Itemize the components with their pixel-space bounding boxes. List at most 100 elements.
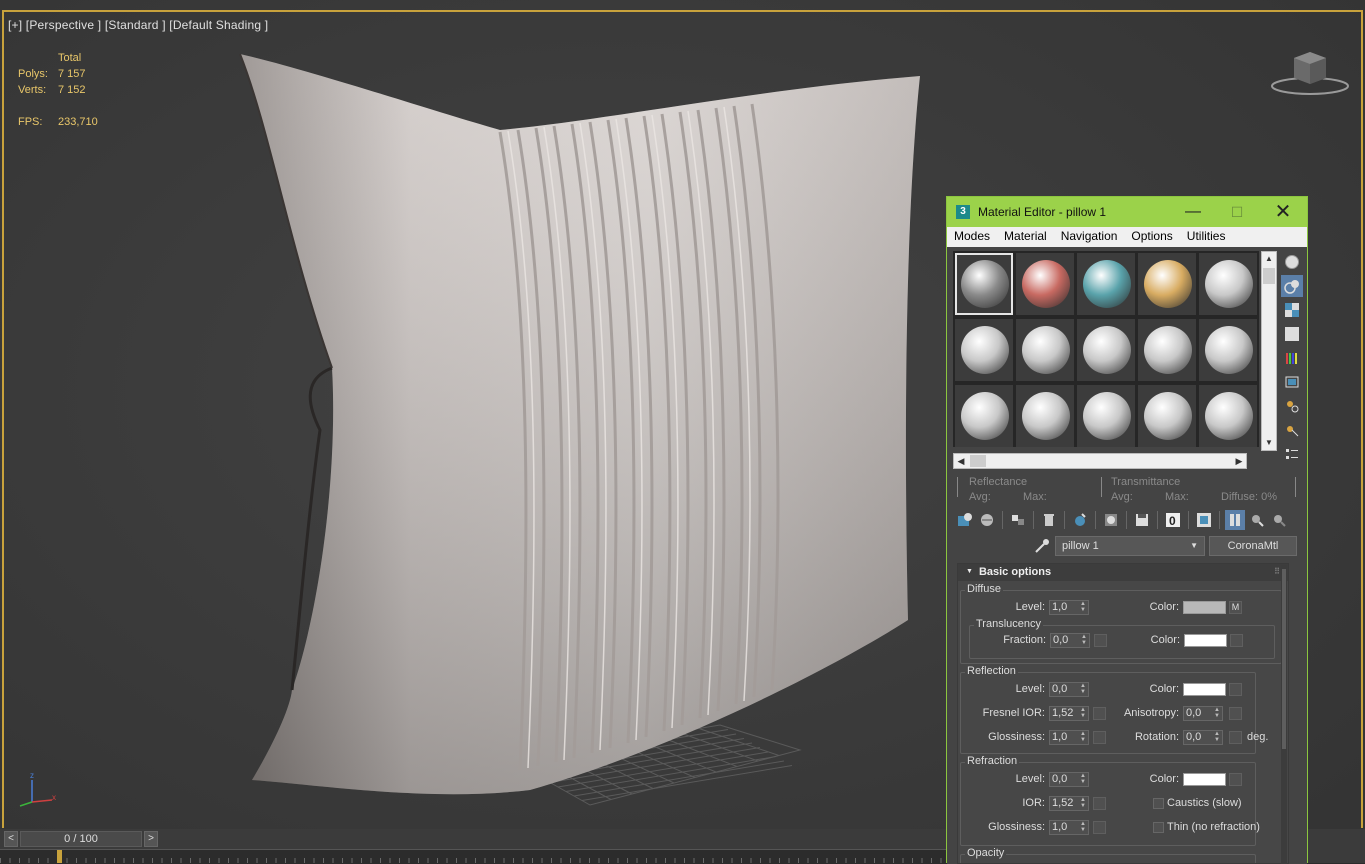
time-slider-bar: < 0 / 100 > — [0, 829, 948, 849]
material-slot[interactable] — [1016, 253, 1074, 315]
menu-navigation[interactable]: Navigation — [1054, 227, 1125, 247]
timeline-next-button[interactable]: > — [144, 831, 158, 847]
material-slot[interactable] — [955, 385, 1013, 447]
select-by-material-icon[interactable] — [1281, 419, 1303, 441]
material-slot[interactable] — [955, 319, 1013, 381]
sample-slots-grid — [953, 251, 1259, 447]
show-end-result-icon[interactable] — [1225, 510, 1245, 530]
scroll-left-icon[interactable]: ◀ — [954, 454, 968, 468]
refraction-ior-map-button[interactable] — [1093, 797, 1106, 810]
material-slot[interactable] — [1077, 253, 1135, 315]
menu-options[interactable]: Options — [1124, 227, 1179, 247]
reflection-color-swatch[interactable] — [1183, 683, 1226, 696]
make-preview-icon[interactable] — [1281, 371, 1303, 393]
material-slot[interactable] — [1016, 385, 1074, 447]
put-to-library-icon[interactable] — [1101, 510, 1121, 530]
material-slot[interactable] — [1077, 385, 1135, 447]
material-slot[interactable] — [1138, 385, 1196, 447]
sample-type-sphere-icon[interactable] — [1281, 251, 1303, 273]
scroll-down-icon[interactable]: ▼ — [1262, 436, 1276, 450]
menu-material[interactable]: Material — [997, 227, 1054, 247]
transmittance-avg: Avg: — [1111, 491, 1133, 503]
make-unique-icon[interactable] — [1070, 510, 1090, 530]
rollout-header[interactable]: ▼ Basic options ⠿ — [958, 564, 1288, 581]
material-slot[interactable] — [1199, 319, 1257, 381]
scroll-thumb[interactable] — [970, 455, 986, 467]
maximize-icon[interactable]: ☐ — [1215, 197, 1259, 227]
refraction-glossiness-map-button[interactable] — [1093, 821, 1106, 834]
material-map-navigator-icon[interactable] — [1281, 443, 1303, 465]
rollout-scrollbar[interactable] — [1281, 565, 1287, 864]
reset-map-icon[interactable] — [1039, 510, 1059, 530]
refraction-color-swatch[interactable] — [1183, 773, 1226, 786]
reflection-glossiness-spinner[interactable]: 1,0 ▲ ▼ — [1049, 730, 1089, 745]
refraction-color-map-button[interactable] — [1229, 773, 1242, 786]
options-icon[interactable] — [1281, 395, 1303, 417]
reflection-color-map-button[interactable] — [1229, 683, 1242, 696]
eyedropper-icon[interactable] — [1033, 537, 1051, 555]
translucency-color-swatch[interactable] — [1184, 634, 1227, 647]
minimize-icon[interactable]: — — [1171, 197, 1215, 227]
viewcube-icon[interactable] — [1270, 48, 1350, 98]
assign-material-to-selection-icon[interactable] — [1008, 510, 1028, 530]
material-slot[interactable] — [1077, 319, 1135, 381]
refraction-level-spinner[interactable]: 0,0 ▲ ▼ — [1049, 772, 1089, 787]
diffuse-level-spinner[interactable]: 1,0 ▲ ▼ — [1049, 600, 1089, 615]
refraction-glossiness-spinner[interactable]: 1,0 ▲ ▼ — [1049, 820, 1089, 835]
viewport-label-menu[interactable]: [+] [Perspective ] [Standard ] [Default … — [8, 18, 268, 32]
material-slot[interactable] — [1138, 253, 1196, 315]
anisotropy-map-button[interactable] — [1229, 707, 1242, 720]
rotation-spinner[interactable]: 0,0 ▲ ▼ — [1183, 730, 1223, 745]
material-slot[interactable] — [1016, 319, 1074, 381]
save-icon[interactable] — [1132, 510, 1152, 530]
scroll-thumb[interactable] — [1282, 569, 1286, 749]
translucency-color-map-button[interactable] — [1230, 634, 1243, 647]
show-map-in-viewport-icon[interactable] — [1194, 510, 1214, 530]
material-slot[interactable] — [1199, 253, 1257, 315]
close-icon[interactable]: ✕ — [1261, 197, 1305, 227]
caustics-checkbox[interactable] — [1153, 798, 1164, 809]
material-slot[interactable] — [955, 253, 1013, 315]
rotation-deg-label: deg. — [1247, 731, 1269, 743]
track-bar[interactable] — [0, 849, 948, 863]
fresnel-ior-map-button[interactable] — [1093, 707, 1106, 720]
diffuse-map-button[interactable]: M — [1229, 601, 1242, 614]
sample-uv-tiling-icon[interactable] — [1281, 323, 1303, 345]
get-material-icon[interactable] — [955, 510, 975, 530]
drag-grip-icon[interactable]: ⠿ — [1274, 564, 1280, 580]
timeline-prev-button[interactable]: < — [4, 831, 18, 847]
material-slot[interactable] — [1199, 385, 1257, 447]
translucency-fraction-map-button[interactable] — [1094, 634, 1107, 647]
anisotropy-spinner[interactable]: 0,0 ▲ ▼ — [1183, 706, 1223, 721]
diffuse-color-swatch[interactable] — [1183, 601, 1226, 614]
material-id-channel-icon[interactable]: 0 — [1163, 510, 1183, 530]
video-color-check-icon[interactable] — [1281, 347, 1303, 369]
go-to-parent-icon[interactable] — [1247, 510, 1267, 530]
material-editor-titlebar[interactable]: 3 Material Editor - pillow 1 — ☐ ✕ — [947, 197, 1307, 227]
material-name-dropdown[interactable]: pillow 1 ▼ — [1055, 536, 1205, 556]
slots-horizontal-scrollbar[interactable]: ◀ ▶ — [953, 453, 1247, 469]
material-type-button[interactable]: CoronaMtl — [1209, 536, 1297, 556]
translucency-fraction-spinner[interactable]: 0,0 ▲ ▼ — [1050, 633, 1090, 648]
pillow-model[interactable] — [230, 50, 930, 810]
backlight-icon[interactable] — [1281, 275, 1303, 297]
scroll-thumb[interactable] — [1263, 268, 1275, 284]
fresnel-ior-spinner[interactable]: 1,52 ▲ ▼ — [1049, 706, 1089, 721]
slots-vertical-scrollbar[interactable]: ▲ ▼ — [1261, 251, 1277, 451]
thin-checkbox[interactable] — [1153, 822, 1164, 833]
material-slot[interactable] — [1138, 319, 1196, 381]
reflection-glossiness-map-button[interactable] — [1093, 731, 1106, 744]
put-material-to-scene-icon[interactable] — [977, 510, 997, 530]
reflection-level-spinner[interactable]: 0,0 ▲ ▼ — [1049, 682, 1089, 697]
go-forward-to-sibling-icon[interactable] — [1269, 510, 1289, 530]
verts-label: Verts: — [18, 84, 47, 96]
menu-utilities[interactable]: Utilities — [1180, 227, 1233, 247]
rotation-map-button[interactable] — [1229, 731, 1242, 744]
menu-modes[interactable]: Modes — [947, 227, 997, 247]
time-slider[interactable]: 0 / 100 — [20, 831, 142, 847]
stats-header: Total — [58, 52, 82, 64]
refraction-ior-spinner[interactable]: 1,52 ▲ ▼ — [1049, 796, 1089, 811]
scroll-up-icon[interactable]: ▲ — [1262, 252, 1276, 266]
background-checker-icon[interactable] — [1281, 299, 1303, 321]
scroll-right-icon[interactable]: ▶ — [1232, 454, 1246, 468]
